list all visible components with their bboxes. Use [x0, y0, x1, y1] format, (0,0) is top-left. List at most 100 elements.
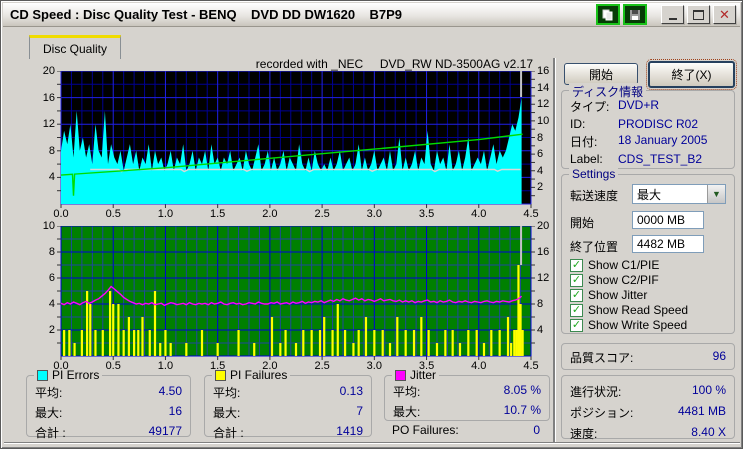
- app-window: CD Speed : Disc Quality Test - BENQ DVD …: [0, 0, 743, 449]
- close-button[interactable]: ✕: [713, 5, 736, 24]
- po-failures-value: 0: [533, 423, 540, 437]
- axis-tick-label: 6: [537, 148, 544, 161]
- pi-errors-max-value: 16: [168, 404, 182, 418]
- title-bar: CD Speed : Disc Quality Test - BENQ DVD …: [3, 3, 740, 27]
- transfer-speed-select[interactable]: 最大 ▼: [632, 184, 726, 204]
- axis-tick-label: 2.5: [314, 360, 330, 372]
- po-failures-row: PO Failures: 0: [384, 423, 548, 437]
- axis-tick-label: 2.0: [262, 360, 278, 372]
- checkmark-icon: ✓: [570, 303, 583, 317]
- disc-date-label: 日付:: [570, 135, 598, 149]
- progress-box: 進行状況: 100 % ポジション: 4481 MB 速度: 8.40 X: [561, 375, 735, 441]
- pi-errors-chart: [57, 71, 535, 208]
- jitter-max-value: 10.7 %: [503, 403, 541, 417]
- jitter-max-label: 最大:: [393, 405, 421, 419]
- checkmark-icon: ✓: [570, 318, 583, 332]
- axis-tick-label: 14: [537, 81, 550, 94]
- axis-tick-label: 3.0: [366, 208, 382, 220]
- end-position-input[interactable]: 4482 MB: [632, 235, 704, 253]
- axis-tick-label: 0.0: [53, 208, 69, 220]
- exit-button[interactable]: 終了(X): [646, 59, 737, 90]
- pi-failures-max-value: 7: [356, 404, 363, 418]
- axis-tick-label: 4.0: [471, 360, 487, 372]
- axis-tick-label: 4.5: [523, 208, 539, 220]
- settings-title: Settings: [569, 167, 619, 181]
- axis-tick-label: 1.5: [210, 360, 226, 372]
- save-icon[interactable]: [623, 4, 647, 25]
- tab-label: Disc Quality: [43, 41, 108, 56]
- chevron-down-icon[interactable]: ▼: [707, 185, 725, 203]
- axis-tick-label: 3.5: [418, 360, 435, 372]
- checkbox-show-jitter[interactable]: ✓ Show Jitter: [570, 288, 647, 302]
- pi-errors-total-label: 合計 :: [35, 426, 66, 440]
- start-position-input[interactable]: 0000 MB: [632, 211, 704, 229]
- axis-tick-label: 2.0: [262, 208, 278, 220]
- disc-date-value: 18 January 2005: [618, 133, 708, 147]
- axis-tick-label: 8: [48, 246, 55, 258]
- axis-tick-label: 8: [537, 131, 544, 144]
- jitter-avg-label: 平均:: [393, 385, 421, 399]
- quality-score-box: 品質スコア: 96: [561, 343, 735, 370]
- checkmark-icon: ✓: [570, 288, 583, 302]
- maximize-button[interactable]: [687, 5, 710, 24]
- checkmark-icon: ✓: [570, 273, 583, 287]
- start-button[interactable]: 開始: [564, 63, 638, 85]
- axis-tick-label: 10: [42, 220, 55, 232]
- axis-tick-label: 8: [537, 298, 544, 310]
- axis-tick-label: 1.5: [210, 208, 226, 220]
- settings-box: Settings 転送速度 最大 ▼ 開始 0000 MB 終了位置 4482 …: [561, 167, 735, 334]
- transfer-speed-label: 転送速度: [570, 189, 619, 203]
- copy-icon[interactable]: [596, 4, 620, 25]
- transfer-speed-value: 最大: [637, 187, 662, 202]
- speed-value: 8.40 X: [691, 425, 726, 439]
- disc-id-value: PRODISC R02: [618, 117, 699, 131]
- disc-id-label: ID:: [570, 117, 586, 131]
- axis-tick-label: 20: [42, 65, 55, 77]
- copy-icon-glyph: [602, 9, 613, 20]
- jitter-swatch-icon: [395, 369, 406, 381]
- pi-failures-max-label: 最大:: [213, 406, 241, 420]
- axis-tick-label: 8: [48, 144, 55, 157]
- axis-tick-label: 0.5: [105, 360, 121, 372]
- recorded-with-note: recorded with _NEC DVD_RW ND-3500AG v2.1…: [255, 57, 533, 71]
- axis-tick-label: 0.0: [53, 360, 69, 372]
- minimize-button[interactable]: [661, 5, 684, 24]
- checkbox-show-read-speed[interactable]: ✓ Show Read Speed: [570, 303, 688, 317]
- save-icon-glyph: [630, 9, 640, 20]
- axis-tick-label: 2: [48, 324, 55, 336]
- axis-tick-label: 12: [537, 98, 550, 111]
- axis-tick-label: 3.0: [366, 360, 382, 372]
- axis-tick-label: 20: [537, 220, 550, 232]
- axis-tick-label: 16: [42, 91, 55, 104]
- pi-failures-avg-label: 平均:: [213, 386, 241, 400]
- disc-info-title: ディスク情報: [569, 83, 647, 100]
- disc-label-label: Label:: [570, 152, 603, 166]
- quality-score-value: 96: [712, 349, 726, 363]
- pi-errors-avg-value: 4.50: [158, 384, 182, 398]
- axis-tick-label: 4: [537, 164, 544, 177]
- axis-tick-label: 2.5: [314, 208, 330, 220]
- axis-tick-label: 16: [537, 246, 550, 258]
- end-position-label: 終了位置: [570, 240, 619, 254]
- window-title: CD Speed : Disc Quality Test - BENQ DVD …: [10, 7, 403, 22]
- axis-tick-label: 10: [537, 114, 550, 127]
- titlebar-buttons: ✕: [596, 4, 740, 25]
- position-value: 4481 MB: [677, 404, 726, 418]
- progress-value: 100 %: [691, 383, 726, 397]
- checkbox-show-write-speed[interactable]: ✓ Show Write Speed: [570, 318, 687, 332]
- axis-tick-label: 12: [537, 272, 550, 284]
- position-label: ポジション:: [570, 406, 634, 420]
- quality-score-label: 品質スコア:: [570, 351, 634, 365]
- axis-tick-label: 1.0: [157, 360, 174, 372]
- pi-errors-max-label: 最大:: [35, 406, 63, 420]
- axis-tick-label: 4: [537, 324, 544, 336]
- jitter-legend-box: Jitter 平均: 8.05 % 最大: 10.7 %: [384, 368, 550, 421]
- checkbox-show-c1-pie[interactable]: ✓ Show C1/PIE: [570, 258, 659, 272]
- axis-tick-label: 4.0: [471, 208, 487, 220]
- axis-tick-label: 0.5: [105, 208, 121, 220]
- disc-info-box: ディスク情報 タイプ: DVD+R ID: PRODISC R02 日付: 18…: [561, 83, 735, 169]
- axis-tick-label: 12: [42, 118, 55, 131]
- tab-disc-quality[interactable]: Disc Quality: [29, 35, 122, 59]
- axis-tick-label: 1.0: [157, 208, 174, 220]
- checkbox-show-c2-pif[interactable]: ✓ Show C2/PIF: [570, 273, 659, 287]
